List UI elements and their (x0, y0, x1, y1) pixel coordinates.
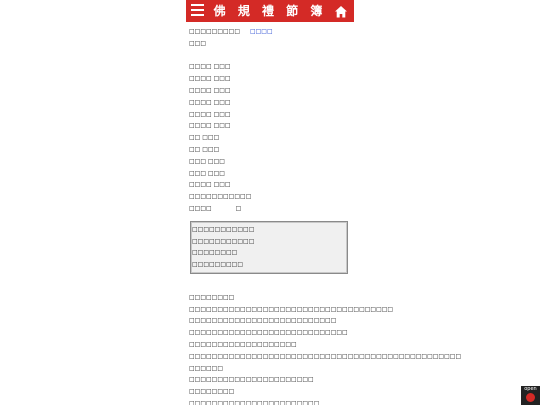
body-line: □□□□□□□□□□□□□□□□□□□□□□□□□□□□ (189, 329, 348, 337)
body-line: □□□□□□ (189, 364, 224, 372)
text-line: □□□□ □□□ (189, 122, 231, 130)
tail-line: □□□□ □ (189, 203, 359, 215)
body-line: □□□□□□□□□□□□□□□□□□□□□□□□□□ (189, 317, 337, 325)
text-line: □□□□ □□□ (189, 75, 231, 83)
toc-item[interactable]: □□□□□□□□□□□ (192, 224, 347, 236)
site-header: 佛 規 禮 節 簿 (186, 0, 354, 22)
article-content: □□□□□□□□□ □□□□ □□□ □□□□ □□□ □□□□ □□□ □□□… (189, 26, 462, 405)
body-line: □□□□□□□□□□□□□□□□□□□□□□□ (189, 399, 320, 405)
tail-line-marker: □ (235, 204, 242, 212)
body-line: □□□□□□□□□□□□□□□□□□□ (189, 340, 297, 348)
breadcrumb-link[interactable]: □□□□ (250, 28, 273, 35)
page-frame: 佛 規 禮 節 簿 □□□□□□□□□ □□□□ □□□ □□□□ □□□ □□… (0, 0, 540, 405)
breadcrumb-text: □□□□□□□□□ (189, 28, 241, 35)
home-icon[interactable] (334, 4, 348, 18)
tail-line-text: □□□□ (189, 204, 212, 212)
text-line: □□ □□□ (189, 134, 220, 142)
open-badge-button[interactable]: open (521, 386, 540, 405)
breadcrumb: □□□□□□□□□ □□□□ (189, 26, 359, 38)
open-badge-label: open (524, 386, 537, 392)
body-line: □□□□□□□□ (189, 293, 235, 301)
text-line: □□□□ □□□ (189, 63, 231, 71)
open-badge-icon (526, 393, 535, 402)
body-line: □□□□□□□□□□□□□□□□□□□□□□□□□□□□□□□□□□□□ (189, 305, 394, 313)
text-line: □□□ □□□ (189, 169, 225, 177)
text-line: □□ □□□ (189, 145, 220, 153)
body-line: □□□□□□□□□□□□□□□□□□□□□□□□□□□□□□□□□□□□□□□□… (189, 352, 462, 360)
toc-item[interactable]: □□□□□□□□□□□ (192, 236, 347, 248)
text-line: □□□□ □□□ (189, 110, 231, 118)
site-title: 佛 規 禮 節 簿 (213, 4, 327, 18)
toc-item[interactable]: □□□□□□□□ (192, 247, 347, 259)
text-line: □□□ (189, 39, 207, 47)
text-line: □□□□ □□□ (189, 98, 231, 106)
table-of-contents-box: □□□□□□□□□□□ □□□□□□□□□□□ □□□□□□□□ □□□□□□□… (190, 220, 348, 274)
text-line: □□□□ □□□ (189, 181, 231, 189)
text-line: □□□ □□□ (189, 157, 225, 165)
body-line: □□□□□□□□ (189, 388, 235, 396)
toc-item[interactable]: □□□□□□□□□ (192, 259, 347, 271)
body-line: □□□□□□□□□□□□□□□□□□□□□□ (189, 376, 314, 384)
text-line: □□□□ □□□ (189, 86, 231, 94)
text-line: □□□□□□□□□□□ (189, 193, 252, 201)
